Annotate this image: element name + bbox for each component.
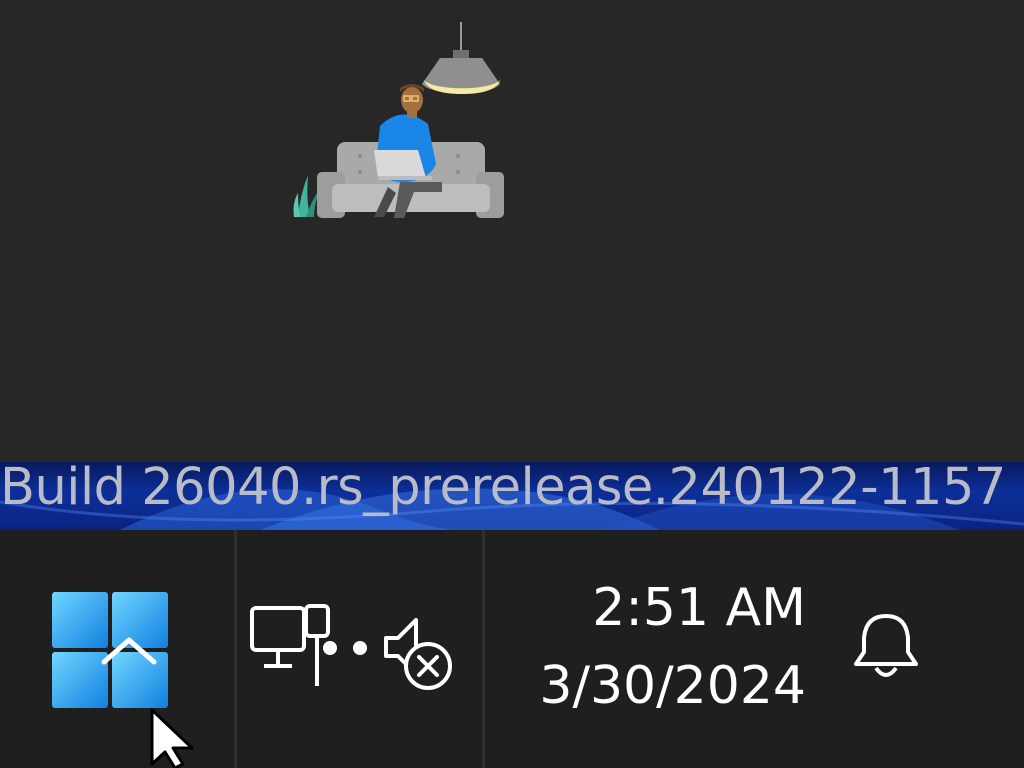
clock-date: 3/30/2024 (539, 656, 806, 716)
mouse-cursor-icon (150, 708, 194, 768)
volume-muted-icon (384, 618, 452, 690)
illustration-panel (0, 0, 1024, 462)
start-button[interactable] (50, 590, 170, 710)
notification-center-button[interactable] (848, 610, 924, 686)
desktop-wallpaper-strip: Build 26040.rs_prerelease.240122-1157 (0, 462, 1024, 530)
taskbar-divider (482, 530, 485, 768)
taskbar-divider (234, 530, 237, 768)
person-on-sofa-illustration (293, 22, 504, 218)
bell-icon (854, 614, 918, 677)
clock-time: 2:51 AM (592, 578, 806, 638)
taskbar-clock[interactable]: 2:51 AM 3/30/2024 (520, 578, 810, 718)
volume-button[interactable] (376, 604, 460, 694)
build-watermark: Build 26040.rs_prerelease.240122-1157 (0, 462, 1006, 517)
windows-logo-icon (52, 592, 168, 708)
